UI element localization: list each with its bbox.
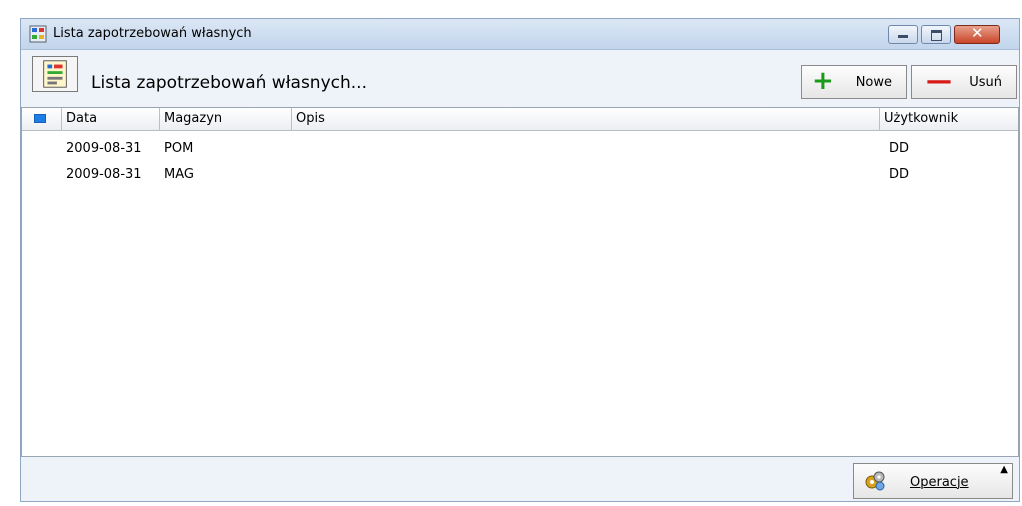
maximize-button[interactable] [921,25,951,44]
window-title: Lista zapotrzebowań własnych [53,26,252,41]
minimize-icon [898,35,908,38]
column-header-data[interactable]: Data [62,108,160,130]
new-button[interactable]: + Nowe [801,65,907,99]
column-header-uzytkownik[interactable]: Użytkownik [880,108,1018,130]
column-header-opis[interactable]: Opis [292,108,880,130]
delete-button-label: Usuń [969,75,1002,90]
close-icon: ✕ [971,24,984,42]
toolbar-title: Lista zapotrzebowań własnych... [91,73,367,93]
table-row[interactable]: 2009-08-31 POM DD [22,138,1018,162]
plus-icon: + [812,66,834,96]
select-all-icon [34,114,46,123]
cell-data: 2009-08-31 [66,167,142,182]
table-header: Data Magazyn Opis Użytkownik [22,108,1018,131]
gears-icon [865,471,885,491]
select-all-column[interactable] [22,108,62,130]
table-row[interactable]: 2009-08-31 MAG DD [22,164,1018,188]
minus-icon: — [926,66,952,96]
app-list-icon [29,25,47,43]
cell-magazyn: MAG [164,167,194,182]
toolbar: Lista zapotrzebowań własnych... + Nowe —… [21,50,1019,100]
cell-uzytkownik: DD [889,167,910,182]
column-header-magazyn[interactable]: Magazyn [160,108,292,130]
list-document-icon[interactable] [32,56,78,92]
maximize-icon [931,30,942,41]
caret-up-icon: ▲ [1000,464,1008,475]
cell-uzytkownik: DD [889,141,910,156]
cell-data: 2009-08-31 [66,141,142,156]
new-button-label: Nowe [855,75,892,90]
minimize-button[interactable] [888,25,918,44]
operations-label: Operacje [910,475,969,490]
operations-button[interactable]: Operacje ▲ [853,463,1013,499]
cell-magazyn: POM [164,141,194,156]
delete-button[interactable]: — Usuń [911,65,1017,99]
main-window: Lista zapotrzebowań własnych ✕ Lista zap… [20,18,1020,502]
title-bar[interactable]: Lista zapotrzebowań własnych ✕ [21,19,1019,50]
status-bar: Operacje ▲ [21,459,1019,501]
requests-table[interactable]: Data Magazyn Opis Użytkownik 2009-08-31 … [21,107,1019,457]
close-button[interactable]: ✕ [954,24,1000,44]
